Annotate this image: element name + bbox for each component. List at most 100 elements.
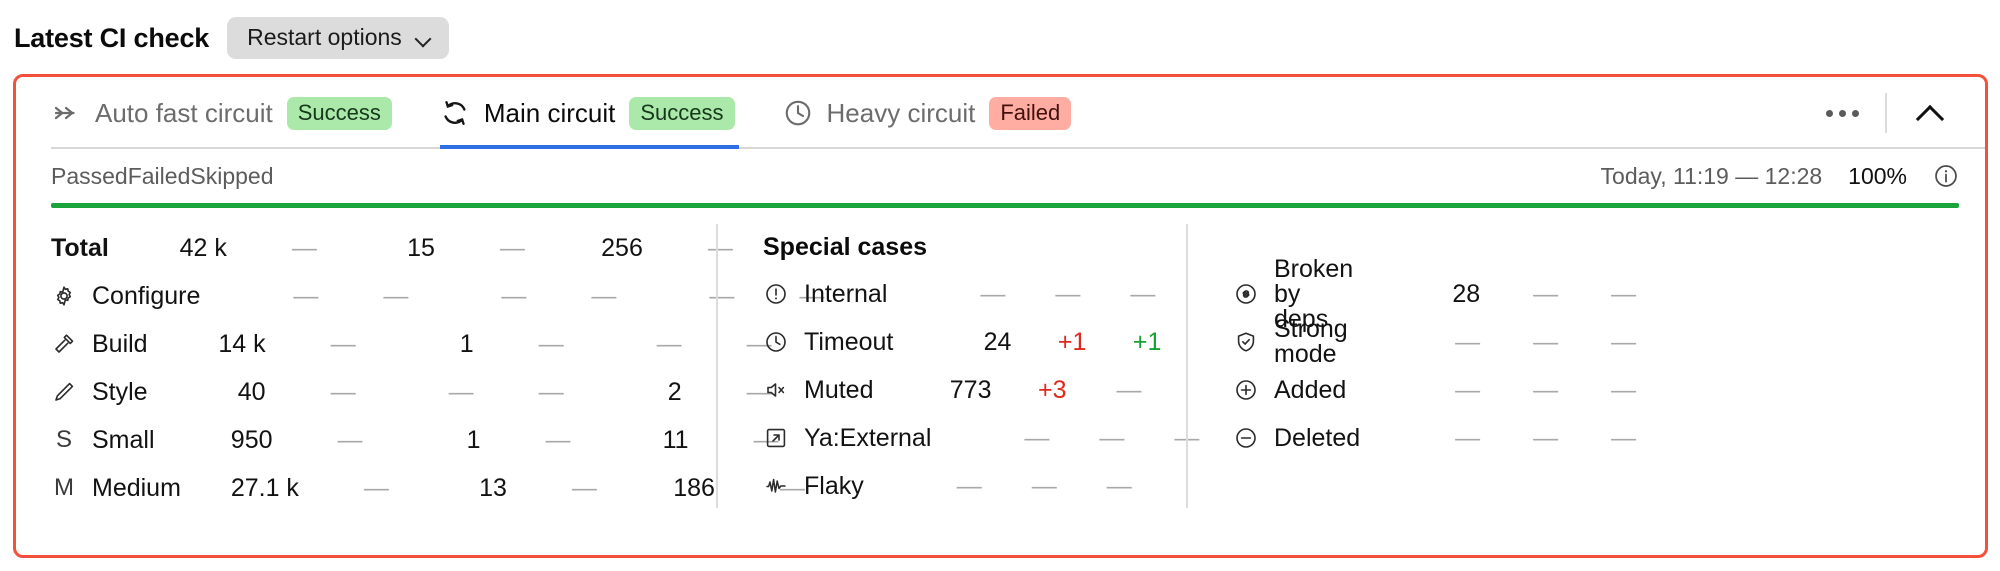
time-range: Today, 11:19 — 12:28 bbox=[1600, 162, 1823, 189]
row-label: Internal bbox=[804, 279, 888, 308]
link-chain-icon bbox=[1233, 281, 1259, 307]
info-circle-icon[interactable] bbox=[1933, 163, 1959, 189]
cell-failed: 1 bbox=[466, 425, 481, 454]
tab-heavy-circuit[interactable]: Heavy circuit Failed bbox=[783, 77, 1098, 149]
cell-skipped: — bbox=[656, 329, 682, 358]
row-label: Timeout bbox=[804, 327, 894, 356]
row-label-group: Strong mode bbox=[1233, 317, 1360, 367]
table-row[interactable]: Broken by deps 28 — — bbox=[1233, 256, 1985, 331]
double-chevron-right-icon bbox=[51, 98, 81, 128]
table-row[interactable]: Timeout 24 +1 +1 bbox=[763, 318, 1186, 366]
clock-icon bbox=[783, 98, 813, 128]
cell-delta-1: +3 bbox=[1037, 375, 1067, 404]
cell-value: — bbox=[956, 471, 982, 500]
cell-skipped: 2 bbox=[667, 377, 682, 406]
external-link-icon bbox=[763, 425, 789, 451]
table-row[interactable]: Ya:External — — — bbox=[763, 414, 1199, 462]
special-cases-title: Special cases bbox=[763, 232, 928, 261]
pencil-icon bbox=[51, 379, 77, 405]
row-label-group: Deleted bbox=[1233, 425, 1360, 451]
cell-delta-2: +1 bbox=[1132, 327, 1162, 356]
table-row[interactable]: Deleted — — — bbox=[1233, 414, 1985, 462]
page-title: Latest CI check bbox=[14, 22, 210, 53]
table-row[interactable]: Flaky — — — bbox=[763, 462, 1186, 510]
cell-failed-delta: — bbox=[591, 281, 617, 310]
progress-percent: 100% bbox=[1848, 162, 1907, 189]
row-cells: 27.1 k — 13 — 186 — bbox=[181, 473, 805, 502]
row-cells: 14 k — 1 — — — bbox=[148, 329, 771, 358]
row-label: Ya:External bbox=[804, 423, 932, 452]
size-letter-small: S bbox=[55, 426, 72, 453]
row-label: Strong mode bbox=[1274, 315, 1348, 368]
cell-value: 773 bbox=[949, 375, 992, 404]
cell-delta-1: +1 bbox=[1057, 327, 1087, 356]
row-label: Flaky bbox=[804, 471, 864, 500]
cell-passed-delta: — bbox=[383, 281, 409, 310]
cell-delta-1: — bbox=[1055, 279, 1081, 308]
cell-passed: — bbox=[293, 281, 319, 310]
tab-actions bbox=[1813, 77, 1985, 149]
collapse-card-button[interactable] bbox=[1901, 84, 1959, 142]
minus-circle-icon bbox=[1233, 425, 1259, 451]
cell-delta-2: — bbox=[1611, 327, 1637, 356]
cell-passed-delta: — bbox=[330, 377, 356, 406]
row-label-group: Configure bbox=[51, 283, 200, 309]
table-row[interactable]: Build 14 k — 1 — — — bbox=[51, 320, 772, 368]
table-row[interactable]: M Medium 27.1 k — 13 — 186 — bbox=[51, 464, 805, 512]
cell-value: — bbox=[1455, 327, 1481, 356]
cell-failed: 15 bbox=[407, 233, 435, 262]
table-row[interactable]: Strong mode — — — bbox=[1233, 317, 1985, 367]
row-cells: — — — bbox=[887, 279, 1155, 308]
cell-failed-delta: — bbox=[499, 233, 525, 262]
row-cells: 42 k — 15 — 256 — bbox=[109, 233, 733, 262]
chevron-up-icon bbox=[1916, 105, 1944, 121]
row-label-group: Timeout bbox=[763, 329, 893, 355]
table-row[interactable]: Added — — — bbox=[1233, 366, 1985, 414]
row-label: Build bbox=[92, 329, 148, 358]
table-row[interactable]: S Small 950 — 1 — 11 — bbox=[51, 416, 779, 464]
cell-value: — bbox=[980, 279, 1006, 308]
cell-failed-delta: — bbox=[545, 425, 571, 454]
restart-options-button[interactable]: Restart options bbox=[227, 17, 449, 59]
cell-passed: 950 bbox=[230, 425, 273, 454]
cell-value: 28 bbox=[1452, 279, 1481, 308]
table-row[interactable]: Style 40 — — — 2 — bbox=[51, 368, 772, 416]
row-label: Style bbox=[92, 377, 148, 406]
stats-panels: Total 42 k — 15 — 256 — Configure — — — … bbox=[16, 208, 1985, 508]
row-cells: — — — bbox=[1360, 375, 1637, 404]
restart-options-label: Restart options bbox=[247, 24, 402, 50]
cell-value: — bbox=[1455, 423, 1481, 452]
table-row[interactable]: Total 42 k — 15 — 256 — bbox=[51, 224, 733, 272]
circuit-tabs: Auto fast circuit Success Main circuit S… bbox=[16, 77, 1985, 149]
row-cells: — — — bbox=[931, 423, 1199, 452]
more-options-button[interactable] bbox=[1813, 84, 1871, 142]
cell-passed: 27.1 k bbox=[230, 473, 299, 502]
more-horizontal-icon bbox=[1825, 109, 1859, 117]
column-header-failed: Failed bbox=[127, 162, 191, 189]
tab-label: Heavy circuit bbox=[826, 98, 976, 128]
table-row[interactable]: Configure — — — — — — bbox=[51, 272, 824, 320]
cell-failed-delta: — bbox=[538, 329, 564, 358]
tab-main-circuit[interactable]: Main circuit Success bbox=[439, 77, 761, 149]
cell-passed: 14 k bbox=[218, 329, 266, 358]
row-label: Total bbox=[51, 233, 109, 262]
clock-icon bbox=[763, 329, 789, 355]
table-row[interactable]: Muted 773 +3 — bbox=[763, 366, 1186, 414]
row-cells: — — — bbox=[1360, 423, 1636, 452]
cell-delta-2: — bbox=[1611, 375, 1637, 404]
row-label-group: M Medium bbox=[51, 475, 181, 501]
main-stats-table: Total 42 k — 15 — 256 — Configure — — — … bbox=[16, 224, 824, 508]
cell-delta-1: — bbox=[1099, 423, 1125, 452]
cell-skipped: 186 bbox=[673, 473, 715, 502]
cell-failed: — bbox=[448, 377, 474, 406]
meta-right-group: Today, 11:19 — 12:28 100% bbox=[1601, 163, 1959, 189]
column-header-passed: Passed bbox=[51, 162, 128, 189]
row-label-group: Flaky bbox=[763, 473, 864, 499]
status-badge: Success bbox=[629, 96, 735, 130]
table-row[interactable]: Internal — — — bbox=[763, 270, 1186, 318]
tab-auto-fast-circuit[interactable]: Auto fast circuit Success bbox=[51, 77, 418, 149]
cell-failed-delta: — bbox=[538, 377, 564, 406]
row-label: Added bbox=[1274, 375, 1347, 404]
ci-check-card: Auto fast circuit Success Main circuit S… bbox=[13, 74, 1988, 558]
tab-label: Auto fast circuit bbox=[95, 98, 273, 128]
